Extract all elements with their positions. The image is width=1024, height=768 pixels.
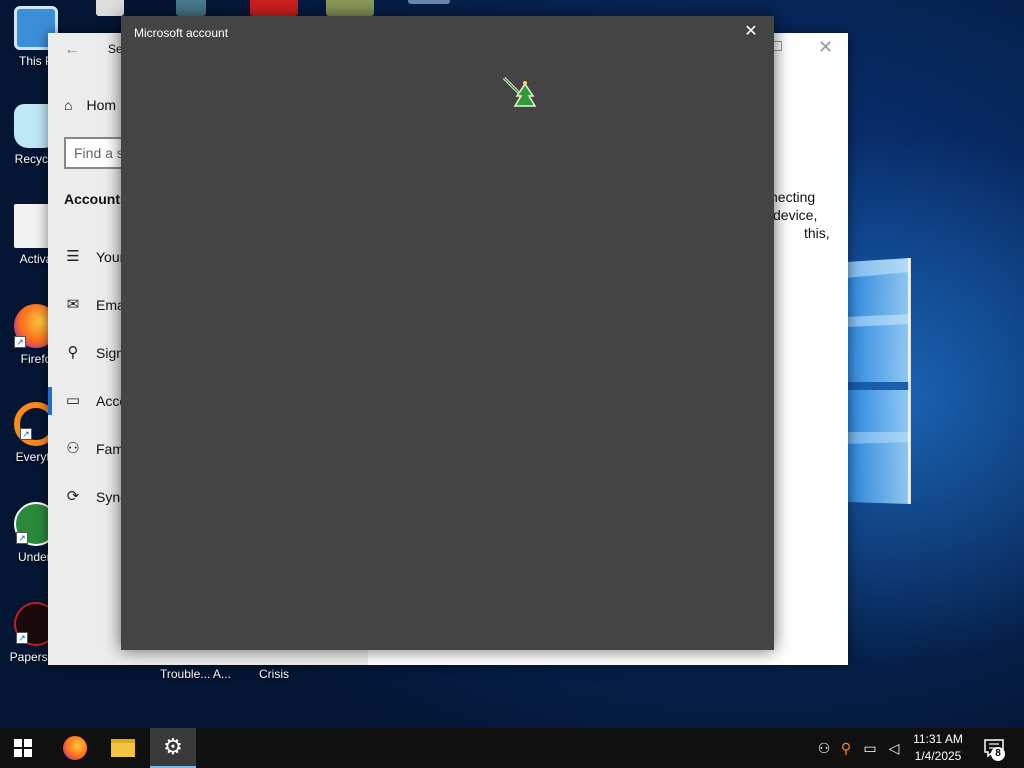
shortcut-arrow-icon: ↗ — [14, 336, 26, 348]
windows-logo-wallpaper — [846, 258, 911, 504]
volume-muted-icon[interactable]: ◁ — [884, 738, 904, 758]
nav-email[interactable]: ✉ Ema — [64, 293, 125, 317]
taskbar-file-explorer[interactable] — [100, 728, 146, 768]
content-line: this, — [804, 225, 830, 241]
briefcase-icon: ▭ — [65, 392, 81, 409]
key-icon: ⚲ — [67, 344, 79, 361]
sync-icon: ⟳ — [66, 488, 80, 505]
network-icon[interactable]: ▭ — [860, 738, 880, 758]
clock-time: 11:31 AM — [913, 732, 963, 746]
taskbar-clock[interactable]: 11:31 AM 1/4/2025 — [906, 731, 970, 765]
search-tray-icon[interactable]: ⚲ — [836, 738, 856, 758]
settings-close-button[interactable]: ✕ — [818, 37, 833, 58]
settings-content-text: necting device, this, — [770, 188, 830, 242]
shortcut-arrow-icon: ↗ — [20, 428, 32, 440]
user-tray-icon[interactable]: ⚇ — [814, 738, 834, 758]
dialog-close-button[interactable]: ✕ — [741, 22, 761, 42]
mail-icon: ✉ — [66, 296, 80, 313]
settings-home-label: Hom — [86, 97, 117, 113]
nav-sign-in[interactable]: ⚲ Sign — [64, 341, 125, 365]
nav-label: Sign — [96, 345, 125, 361]
partial-icon — [326, 0, 374, 16]
folder-icon — [111, 739, 135, 757]
home-icon: ⌂ — [64, 97, 73, 113]
windows-start-icon — [14, 739, 32, 757]
nav-family[interactable]: ⚇ Fam — [64, 437, 124, 461]
microsoft-account-dialog[interactable]: Microsoft account ✕ — [121, 16, 774, 650]
desktop-icon-label[interactable]: Crisis — [259, 667, 289, 681]
back-arrow-icon[interactable]: ← — [64, 41, 80, 59]
shortcut-arrow-icon: ↗ — [16, 632, 28, 644]
nav-access-work[interactable]: ▭ Acce — [64, 389, 127, 413]
firefox-icon — [63, 736, 87, 760]
gear-icon: ⚙ — [163, 734, 183, 759]
content-line: device, — [773, 207, 818, 223]
notification-badge: 8 — [991, 747, 1005, 761]
nav-label: Fam — [96, 441, 124, 457]
partial-icon — [408, 0, 450, 4]
taskbar-settings[interactable]: ⚙ — [150, 728, 196, 768]
settings-home-link[interactable]: ⌂ Hom — [64, 97, 116, 113]
clock-date: 1/4/2025 — [914, 749, 962, 763]
nav-active-indicator — [48, 387, 52, 415]
partial-icon — [96, 0, 124, 16]
nav-sync[interactable]: ⟳ Sync — [64, 485, 127, 509]
add-person-icon: ⚇ — [66, 440, 80, 457]
person-info-icon: ☰ — [66, 248, 80, 265]
christmas-tree-cursor-icon — [503, 76, 537, 107]
taskbar-firefox[interactable] — [52, 728, 98, 768]
content-line: necting — [770, 189, 816, 205]
taskbar: ⚙ ⚇ ⚲ ▭ ◁ 11:31 AM 1/4/2025 8 — [0, 728, 1024, 768]
nav-your-info[interactable]: ☰ Your — [64, 245, 124, 269]
partial-icon — [176, 0, 206, 16]
shortcut-arrow-icon: ↗ — [16, 532, 28, 544]
desktop-icon-label[interactable]: Trouble... A... — [160, 667, 231, 681]
settings-section-title: Accounts — [64, 191, 128, 207]
dialog-title: Microsoft account — [134, 26, 229, 40]
start-button[interactable] — [0, 728, 46, 768]
partial-icon — [250, 0, 298, 16]
